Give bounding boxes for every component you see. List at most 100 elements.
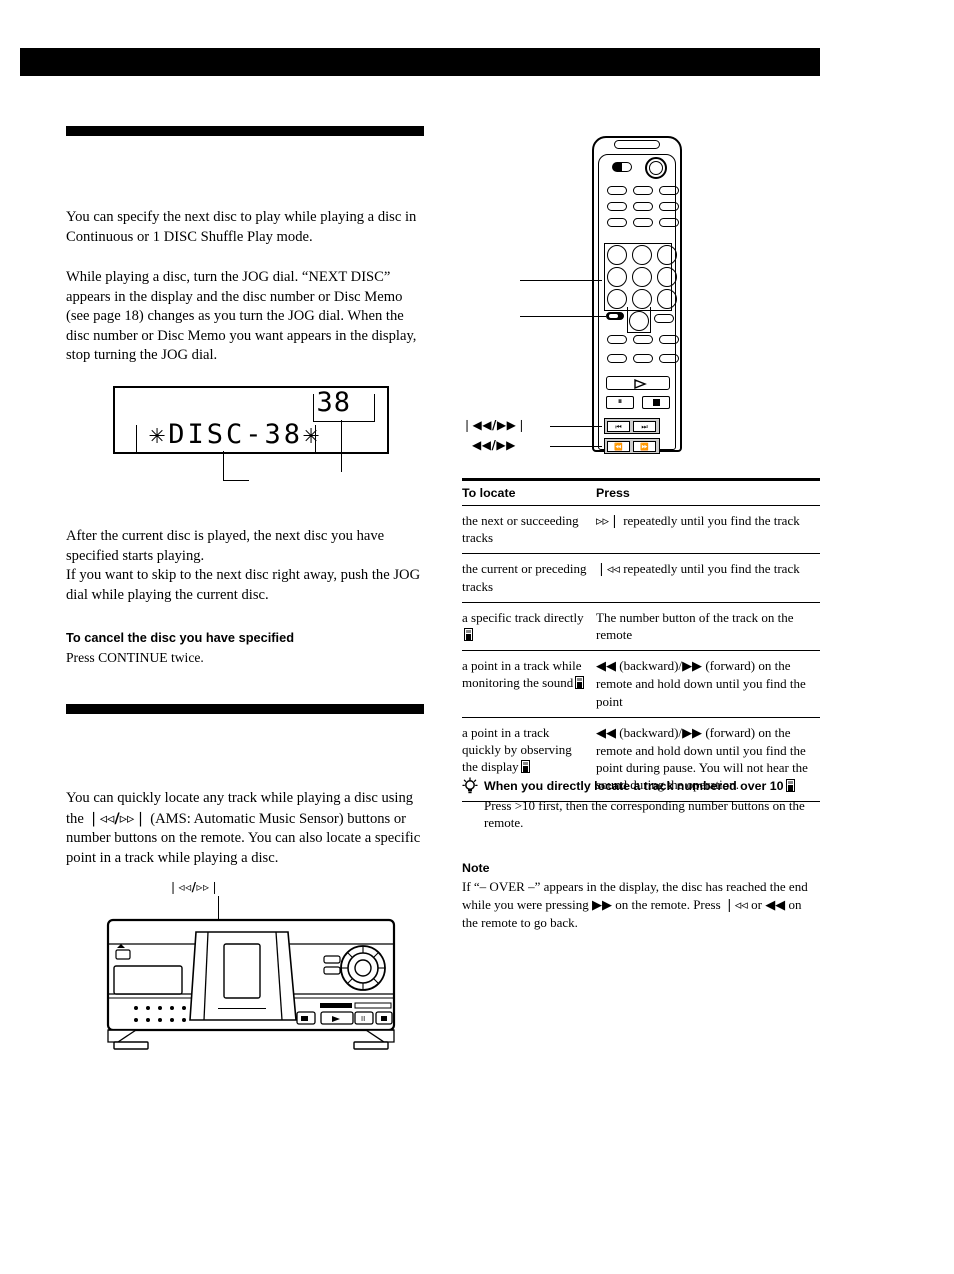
- cd-player-callout-foot: [218, 1008, 266, 1009]
- table-cell-locate: a specific track directly: [462, 602, 596, 652]
- lcd-memo-leader-foot: [223, 480, 249, 481]
- light-bulb-icon: [462, 777, 478, 794]
- table-row: a specific track directly The number but…: [462, 602, 820, 652]
- remote-pill-button[interactable]: [659, 335, 679, 344]
- remote-play-button[interactable]: [606, 376, 670, 390]
- remote-number-button[interactable]: [632, 267, 652, 287]
- callout-line-ams: [550, 426, 602, 427]
- callout-label-ams: ❘◀◀/▶▶❘: [462, 418, 527, 432]
- cancel-subheading: To cancel the disc you have specified: [66, 630, 295, 645]
- remote-enter-button[interactable]: [654, 314, 674, 323]
- remote-pill-button[interactable]: [659, 218, 679, 227]
- remote-pill-button[interactable]: [633, 186, 653, 195]
- remote-pill-button[interactable]: [607, 186, 627, 195]
- callout-line-number-buttons: [520, 280, 602, 281]
- remote-number-row-4: [629, 311, 649, 331]
- locate-text: a point in a track while monitoring the …: [462, 658, 582, 691]
- table-cell-press: ▹▹❘ repeatedly until you find the track: [596, 505, 820, 555]
- press-symbol-icon-2: ▶▶: [682, 659, 703, 675]
- remote-number-button[interactable]: [607, 289, 627, 309]
- remote-zero-button[interactable]: [629, 311, 649, 331]
- remote-transport-row: ⏸: [606, 396, 670, 409]
- remote-pill-button[interactable]: [633, 202, 653, 211]
- remote-number-row-3: [607, 289, 677, 309]
- remote-illustration: ⏸ ⏮ ⏭ ⏪ ⏩ ❘◀◀/▶▶❘ ◀◀/▶▶: [462, 130, 820, 460]
- remote-number-button[interactable]: [657, 267, 677, 287]
- cd-player-illustration: ❘◃◃/▹▹❘ II: [100, 880, 410, 1060]
- lcd-panel: 38 ✳DISC-38✳: [113, 386, 389, 454]
- display-illustration: 38 ✳DISC-38✳: [113, 386, 389, 486]
- remote-pill-button[interactable]: [633, 335, 653, 344]
- remote-pill-button[interactable]: [633, 354, 653, 363]
- press-symbol-icon-2: ▶▶: [682, 725, 703, 741]
- remote-pill-button[interactable]: [659, 186, 679, 195]
- callout-line-search: [550, 446, 602, 447]
- remote-stop-button[interactable]: [642, 396, 670, 409]
- press-symbol-icon: ▹▹❘: [596, 514, 620, 529]
- play-triangle-icon: [634, 379, 647, 389]
- remote-number-row-1: [607, 245, 677, 265]
- remote-fastforward-button[interactable]: ⏩: [633, 440, 656, 452]
- table-col-header-press: Press: [596, 481, 820, 506]
- tip-block: When you directly locate a track numbere…: [462, 777, 820, 832]
- lcd-memo-leader-line: [223, 451, 224, 481]
- remote-pill-button[interactable]: [607, 218, 627, 227]
- note-text-3: or: [747, 896, 766, 912]
- remote-over-10-button-inner: [609, 314, 618, 318]
- remote-pill-button[interactable]: [659, 202, 679, 211]
- procedure-paragraph: While playing a disc, turn the JOG dial.…: [66, 269, 417, 364]
- remote-enter-group: [654, 314, 674, 323]
- section-heading-specifying-next-disc: [66, 126, 424, 136]
- remote-pill-button[interactable]: [633, 218, 653, 227]
- remote-number-button[interactable]: [607, 267, 627, 287]
- note-symbol-ff: ▶▶: [591, 897, 612, 913]
- remote-pill-button[interactable]: [607, 354, 627, 363]
- press-symbol-icon: ◀◀: [596, 725, 616, 741]
- lcd-number-bracket: [313, 394, 375, 422]
- press-symbol-icon: ◀◀: [596, 659, 616, 675]
- remote-number-button[interactable]: [607, 245, 627, 265]
- remote-pill-button[interactable]: [659, 354, 679, 363]
- remote-power-switch: [612, 162, 632, 172]
- note-block: Note If “– OVER –” appears in the displa…: [462, 860, 820, 932]
- remote-rewind-button[interactable]: ⏪: [607, 440, 630, 452]
- table-header-row: To locate Press: [462, 481, 820, 506]
- remote-ams-buttons-group: ⏮ ⏭: [604, 418, 660, 434]
- ams-symbol: ❘◃◃/▹▹❘: [87, 809, 147, 827]
- table-cell-locate: a point in a track while monitoring the …: [462, 650, 596, 718]
- tip-heading-text: When you directly locate a track numbere…: [484, 779, 784, 793]
- table-row: the next or succeeding tracks ▹▹❘ repeat…: [462, 505, 820, 555]
- callout-line-over-10: [520, 316, 606, 317]
- locate-text: a specific track directly: [462, 609, 584, 625]
- remote-ams-next-button[interactable]: ⏭: [633, 420, 656, 432]
- remote-number-row-2: [607, 267, 677, 287]
- section-heading-bar: [66, 126, 424, 136]
- remote-pill-row-3: [607, 218, 679, 227]
- remote-icon: [464, 628, 473, 642]
- remote-number-button[interactable]: [657, 289, 677, 309]
- remote-pill-row-2: [607, 202, 679, 211]
- remote-number-button[interactable]: [657, 245, 677, 265]
- locate-text: the current or preceding tracks: [462, 561, 587, 594]
- remote-pause-button[interactable]: ⏸: [606, 396, 634, 409]
- remote-ams-prev-button[interactable]: ⏮: [607, 420, 630, 432]
- remote-number-button[interactable]: [632, 245, 652, 265]
- cancel-body: Press CONTINUE twice.: [66, 650, 204, 665]
- remote-ir-window: [614, 140, 660, 149]
- cd-player-drawing: II: [106, 918, 396, 1050]
- table-row: a point in a track while monitoring the …: [462, 650, 820, 718]
- press-symbol-icon: ❘◃◃: [596, 562, 620, 578]
- locate-intro-paragraph: You can quickly locate any track while p…: [66, 789, 426, 868]
- remote-pill-button[interactable]: [607, 335, 627, 344]
- locate-track-table: To locate Press the next or succeeding t…: [462, 478, 820, 802]
- remote-pill-button[interactable]: [607, 202, 627, 211]
- note-text-2: on the remote. Press: [611, 896, 724, 912]
- press-text: The number button of the track on the re…: [596, 609, 794, 643]
- table-col-header-to-locate: To locate: [462, 481, 596, 506]
- cd-player-callout-label: ❘◃◃/▹▹❘: [168, 880, 221, 894]
- page-header-banner: [20, 48, 820, 76]
- note-body: If “– OVER –” appears in the display, th…: [462, 878, 820, 932]
- remote-number-button[interactable]: [632, 289, 652, 309]
- section-heading-bar-2: [66, 704, 424, 714]
- lcd-memo-bracket: [136, 425, 316, 453]
